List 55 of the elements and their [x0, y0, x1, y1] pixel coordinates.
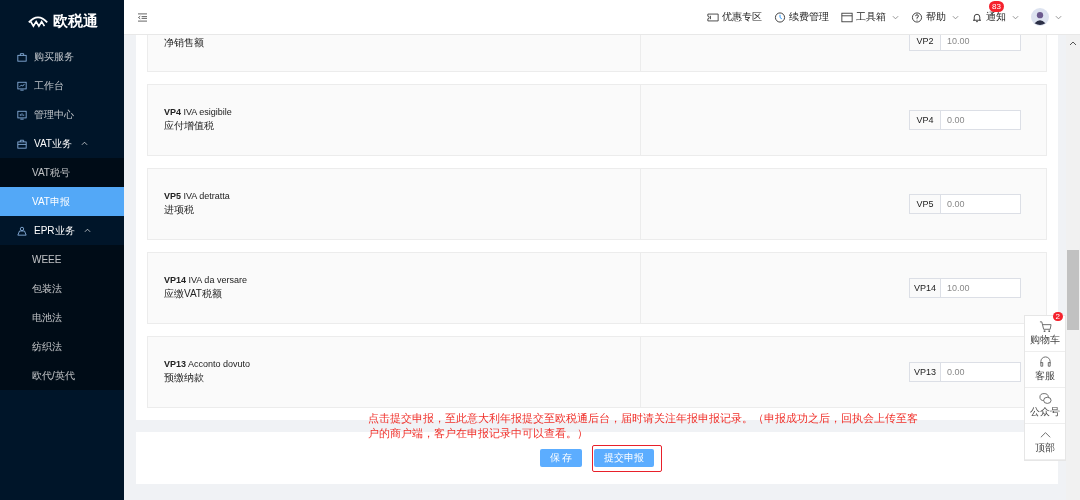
input-field[interactable]: VP5 0.00 [909, 194, 1021, 214]
input-field[interactable]: VP14 10.00 [909, 278, 1021, 298]
header-menu-item[interactable]: 通知 [971, 10, 1019, 24]
scrollbar[interactable] [1066, 35, 1080, 500]
sidebar-subitem[interactable]: 包装法 [0, 274, 124, 303]
sidebar-item[interactable]: VAT业务 [0, 129, 124, 158]
sidebar-item[interactable]: 购买服务 [0, 42, 124, 71]
float-button[interactable]: 公众号 [1025, 388, 1065, 424]
sidebar-item[interactable]: 工作台 [0, 71, 124, 100]
headset-icon [1038, 356, 1052, 369]
notification-badge: 83 [989, 1, 1004, 12]
sidebar-subitem[interactable]: 电池法 [0, 303, 124, 332]
sidebar-subitem[interactable]: WEEE [0, 245, 124, 274]
field-subtitle: 预缴纳款 [164, 371, 205, 385]
sidebar-item[interactable]: 管理中心 [0, 100, 124, 129]
field-subtitle: 进项税 [164, 203, 195, 217]
cart-badge: 2 [1052, 312, 1063, 321]
briefcase-icon [17, 138, 27, 149]
header-menu-item[interactable]: 优惠专区 [707, 10, 762, 24]
header-menu-item[interactable]: 续费管理 [774, 10, 829, 24]
header-menu-item[interactable]: 帮助 [911, 10, 959, 24]
float-button[interactable]: 购物车 2 [1025, 316, 1065, 352]
annotation-text: 点击提交申报，至此意大利年报提交至欧税通后台，届时请关注年报申报记录。（申报成功之后，回执会上传至客户的商户端，客户在申报记录中可以查看。） [368, 411, 919, 441]
input-field[interactable]: VP2 10.00 [909, 35, 1021, 51]
field-title: VP4 IVA esigibile [164, 107, 233, 117]
avatar-icon [1031, 8, 1049, 26]
ticket-icon [707, 11, 719, 23]
monitor-icon [17, 109, 27, 120]
cart-icon [1038, 320, 1052, 333]
field-title: VP5 IVA detratta [164, 191, 231, 201]
field-title: VP14 IVA da versare [164, 275, 248, 285]
input-field[interactable]: VP4 0.00 [909, 110, 1021, 130]
menu-icon[interactable] [137, 12, 148, 22]
account-menu[interactable] [1031, 8, 1062, 26]
chat-icon [1038, 392, 1052, 405]
bag-icon [17, 51, 27, 62]
help-icon [911, 11, 923, 23]
field-title: VP13 Acconto dovuto [164, 359, 252, 369]
field-subtitle: 应缴VAT税额 [164, 287, 223, 301]
field-subtitle: 应付增值税 [164, 119, 215, 133]
clock-icon [774, 11, 786, 23]
chart-icon [17, 80, 27, 91]
box-icon [841, 11, 853, 23]
bell-icon [971, 11, 983, 23]
input-field[interactable]: VP13 0.00 [909, 362, 1021, 382]
float-button[interactable]: 客服 [1025, 352, 1065, 388]
sidebar-subitem[interactable]: VAT税号 [0, 158, 124, 187]
float-button[interactable]: 顶部 [1025, 424, 1065, 460]
sidebar-subitem[interactable]: 欧代/英代 [0, 361, 124, 390]
scrollbar-thumb[interactable] [1067, 250, 1079, 330]
logo-text: 欧税通 [52, 11, 98, 31]
sidebar-item[interactable]: EPR业务 [0, 216, 124, 245]
field-subtitle: 净销售额 [164, 36, 205, 50]
header-menu-item[interactable]: 工具箱 [841, 10, 899, 24]
sidebar-subitem[interactable]: 纺织法 [0, 332, 124, 361]
